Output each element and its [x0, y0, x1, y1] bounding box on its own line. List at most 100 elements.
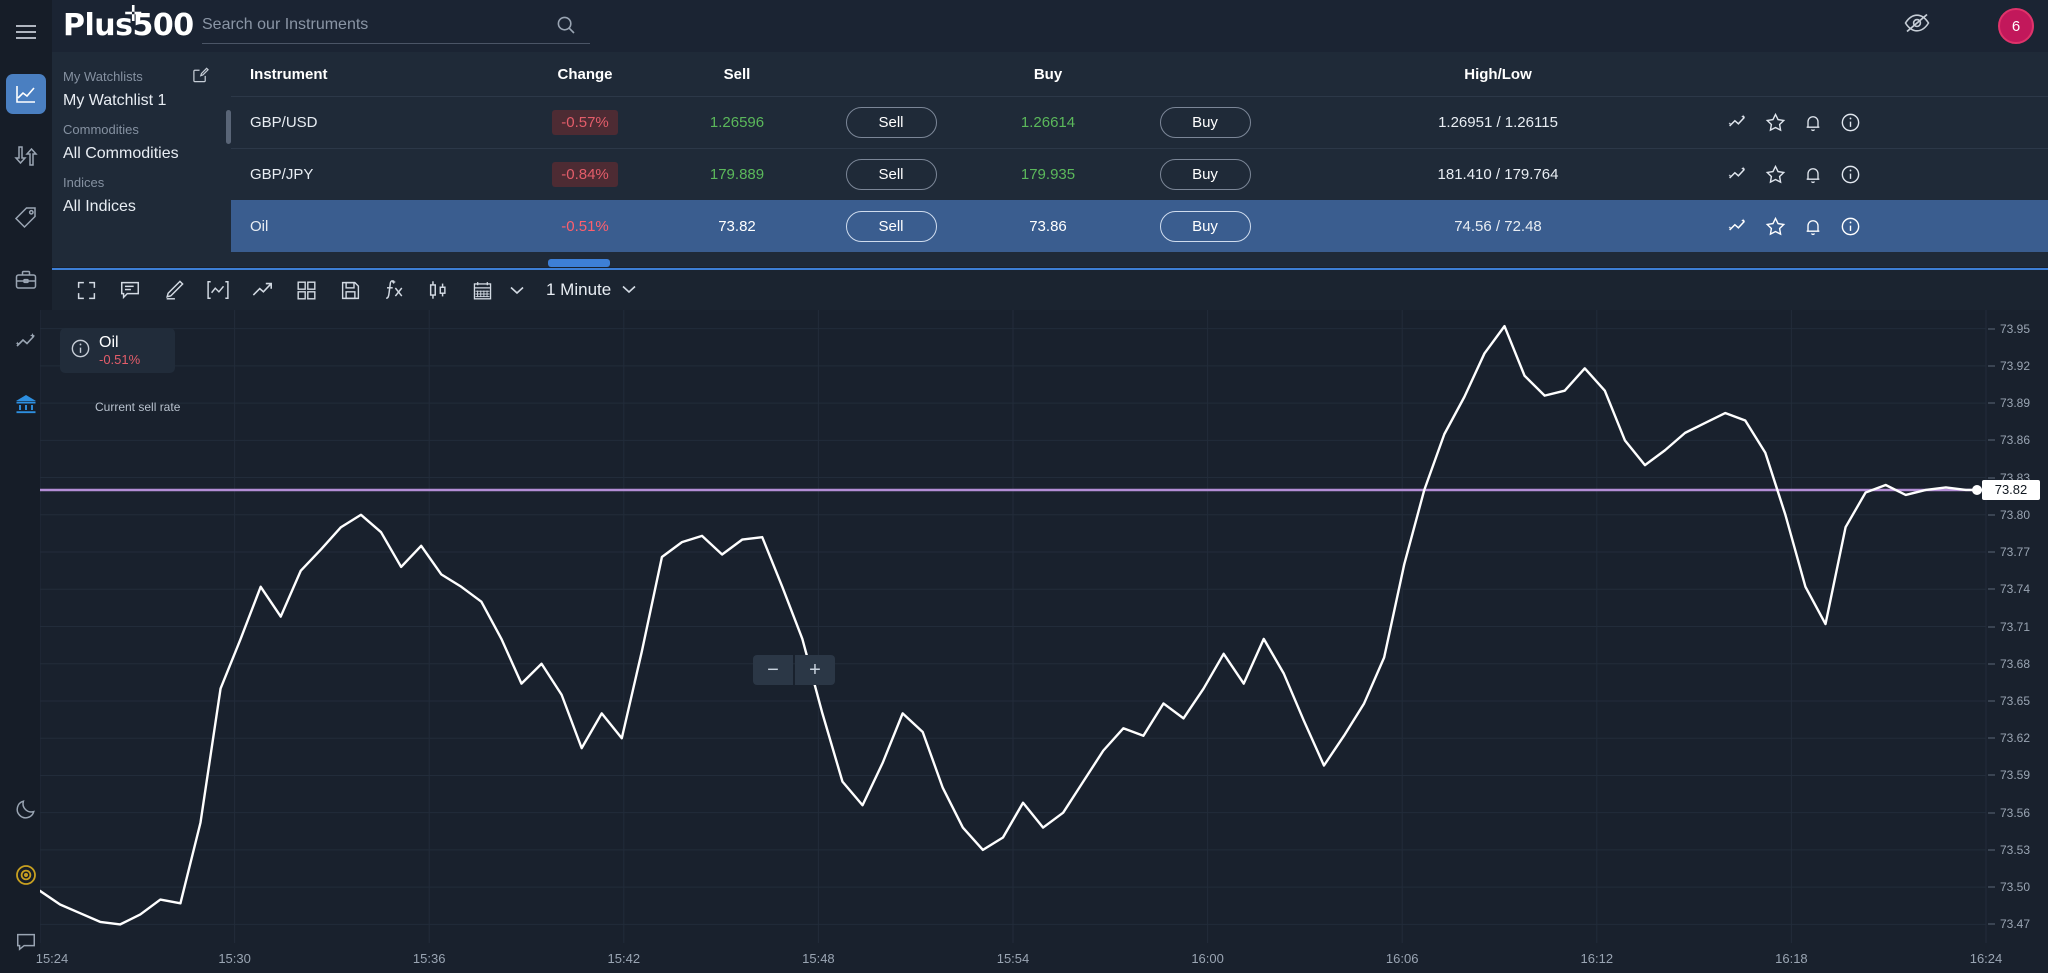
- moon-icon: [15, 798, 37, 820]
- info-icon[interactable]: [1840, 112, 1861, 133]
- y-axis-tick-mark: [1988, 477, 1995, 479]
- y-axis-tick-mark: [1988, 849, 1995, 851]
- info-icon[interactable]: [1840, 164, 1861, 185]
- sell-button[interactable]: Sell: [845, 211, 937, 242]
- trade-arrows-icon: [14, 144, 38, 168]
- y-axis-tick-label: 73.47: [2000, 917, 2031, 932]
- y-axis-tick-label: 73.53: [2000, 842, 2031, 857]
- timeframe-label: 1 Minute: [546, 280, 612, 299]
- watchlist-group-label-2: Indices: [63, 175, 105, 190]
- y-axis-tick-label: 73.77: [2000, 545, 2031, 560]
- star-icon[interactable]: [1765, 216, 1786, 237]
- y-axis-tick-mark: [1988, 588, 1995, 590]
- chart-zoom-controls: − +: [753, 655, 835, 685]
- sparkline-icon[interactable]: [1727, 216, 1748, 237]
- y-axis-tick-label: 73.95: [2000, 321, 2031, 336]
- app-logo: Plus500 ✛: [63, 4, 194, 44]
- cell-instrument: GBP/USD: [250, 114, 318, 131]
- timeframe-select[interactable]: 1 Minute: [546, 280, 637, 300]
- cell-instrument: Oil: [250, 218, 269, 235]
- y-axis-tick-label: 73.50: [2000, 880, 2031, 895]
- sidebar-item-trade[interactable]: [6, 136, 46, 176]
- y-axis-tick-label: 73.59: [2000, 768, 2031, 783]
- badge-change-value: -0.51%: [99, 352, 141, 367]
- cell-sell-price: 179.889: [709, 166, 765, 183]
- save-icon[interactable]: [328, 273, 372, 307]
- y-axis-tick-mark: [1988, 663, 1995, 665]
- active-instrument-tab-indicator: [548, 259, 610, 267]
- cell-buy-price: 73.86: [1029, 218, 1067, 235]
- y-axis-tick-mark: [1988, 886, 1995, 888]
- buy-button[interactable]: Buy: [1159, 159, 1251, 190]
- sparkline-icon[interactable]: [1727, 112, 1748, 133]
- cell-change: -0.84%: [552, 162, 618, 187]
- bell-icon[interactable]: [1803, 165, 1823, 185]
- table-row[interactable]: Oil -0.51% 73.82 Sell 73.86 Buy 74.56 / …: [231, 200, 2048, 252]
- sell-button[interactable]: Sell: [845, 107, 937, 138]
- zoom-in-button[interactable]: +: [795, 655, 835, 685]
- zoom-out-button[interactable]: −: [753, 655, 793, 685]
- grid-icon[interactable]: [284, 273, 328, 307]
- bell-icon[interactable]: [1803, 113, 1823, 133]
- cell-change: -0.57%: [552, 110, 618, 135]
- search-icon[interactable]: [556, 15, 576, 40]
- price-chart[interactable]: Oil -0.51% Current sell rate 73.95 73.92 7…: [36, 310, 2048, 973]
- watchlist-group-label-1: Commodities: [63, 122, 139, 137]
- info-icon[interactable]: [70, 338, 91, 364]
- x-axis-tick-label: 15:48: [802, 951, 835, 966]
- calendar-icon[interactable]: [460, 273, 504, 307]
- candlestick-icon[interactable]: [416, 273, 460, 307]
- hide-balance-eye-icon[interactable]: [1904, 13, 1930, 38]
- search-input[interactable]: [202, 8, 542, 42]
- star-icon[interactable]: [1765, 112, 1786, 133]
- edit-watchlist-icon[interactable]: [192, 66, 209, 88]
- sidebar-item-portfolio[interactable]: [6, 260, 46, 300]
- info-icon[interactable]: [1840, 216, 1861, 237]
- column-header-change: Change: [557, 65, 613, 83]
- table-row[interactable]: GBP/USD -0.57% 1.26596 Sell 1.26614 Buy …: [231, 96, 2048, 148]
- table-row[interactable]: GBP/JPY -0.84% 179.889 Sell 179.935 Buy …: [231, 148, 2048, 200]
- cell-buy-price: 1.26614: [1020, 114, 1076, 131]
- current-sell-rate-label: Current sell rate: [95, 400, 181, 414]
- y-axis-tick-mark: [1988, 774, 1995, 776]
- y-axis-tick-label: 73.71: [2000, 619, 2031, 634]
- sidebar-item-orders[interactable]: [6, 198, 46, 238]
- y-axis-tick-mark: [1988, 328, 1995, 330]
- y-axis-tick-label: 73.62: [2000, 731, 2031, 746]
- hamburger-menu-icon[interactable]: [6, 12, 46, 52]
- sidebar-item-watchlist[interactable]: [6, 74, 46, 114]
- sparkline-icon[interactable]: [1727, 164, 1748, 185]
- comment-icon[interactable]: [108, 273, 152, 307]
- function-icon[interactable]: [372, 273, 416, 307]
- watchlist-item-all-indices[interactable]: All Indices: [63, 190, 231, 216]
- y-axis-tick-mark: [1988, 365, 1995, 367]
- fullscreen-icon[interactable]: [64, 273, 108, 307]
- top-bar: Plus500 ✛ 6: [52, 0, 2048, 52]
- pencil-icon[interactable]: [152, 273, 196, 307]
- trend-icon[interactable]: [240, 273, 284, 307]
- table-header-row: Instrument Change Sell Buy High/Low: [231, 52, 2048, 96]
- logo-plus-mark: ✛: [124, 2, 142, 27]
- notification-count: 6: [2011, 17, 2021, 35]
- column-header-instrument: Instrument: [250, 65, 328, 83]
- cell-high-low: 1.26951 / 1.26115: [1438, 114, 1558, 131]
- bank-icon: [14, 392, 38, 416]
- star-icon[interactable]: [1765, 164, 1786, 185]
- chart-instrument-badge[interactable]: Oil -0.51%: [60, 328, 175, 373]
- y-axis-tick-label: 73.56: [2000, 805, 2031, 820]
- search-bar: [202, 8, 590, 44]
- user-avatar-notification-badge[interactable]: 6: [1998, 8, 2034, 44]
- x-axis-tick-label: 16:18: [1775, 951, 1808, 966]
- y-axis-tick-mark: [1988, 923, 1995, 925]
- sell-button[interactable]: Sell: [845, 159, 937, 190]
- x-axis-tick-label: 15:24: [35, 951, 69, 966]
- buy-button[interactable]: Buy: [1159, 211, 1251, 242]
- buy-button[interactable]: Buy: [1159, 107, 1251, 138]
- bell-icon[interactable]: [1803, 217, 1823, 237]
- watchlist-item-all-commodities[interactable]: All Commodities: [63, 137, 231, 163]
- indicator-icon[interactable]: [196, 273, 240, 307]
- y-axis-tick-label: 73.65: [2000, 693, 2031, 708]
- calendar-chevron-down-icon[interactable]: [504, 273, 530, 307]
- watchlist-sidebar: My Watchlists My Watchlist 1 Commodities…: [52, 52, 231, 267]
- x-axis-tick-label: 15:42: [607, 951, 641, 966]
